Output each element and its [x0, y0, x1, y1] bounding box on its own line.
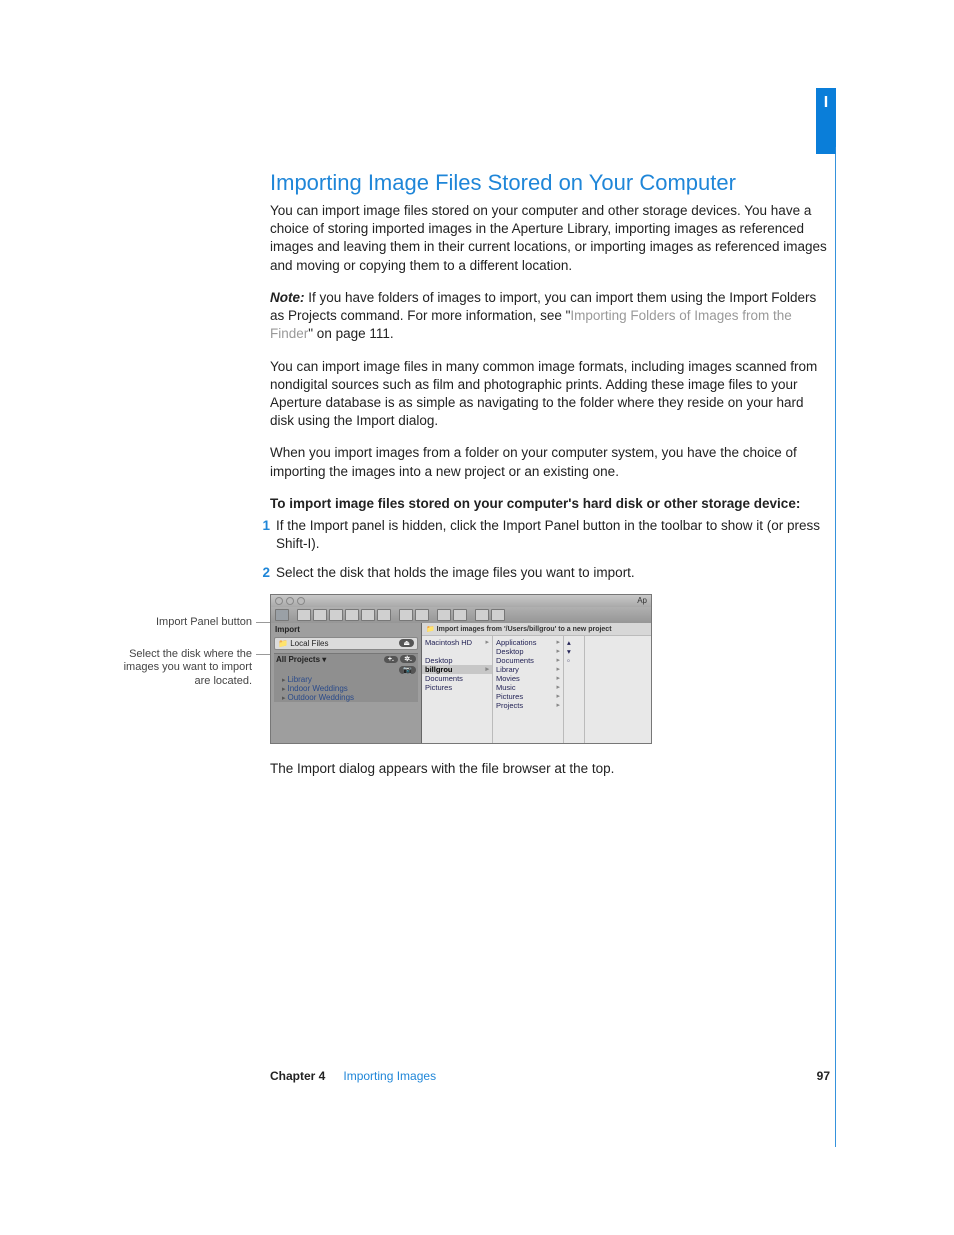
- side-rule: [835, 147, 836, 1147]
- aperture-screenshot: Ap: [270, 594, 652, 744]
- local-files-label: Local Files: [290, 639, 328, 648]
- folder-icon: 📁: [278, 639, 288, 648]
- folder-item[interactable]: Applications▸: [493, 638, 563, 647]
- import-label: Import: [271, 623, 421, 636]
- all-projects-header[interactable]: All Projects ▾ +. ✲.: [274, 654, 418, 665]
- toolbar-button[interactable]: [345, 609, 359, 621]
- camera-pill[interactable]: 📷: [399, 666, 416, 674]
- note-label: Note:: [270, 290, 305, 305]
- step-text: If the Import panel is hidden, click the…: [276, 517, 830, 553]
- eject-icon[interactable]: ⏏: [399, 639, 414, 647]
- paragraph-1: You can import image files stored on you…: [270, 202, 830, 275]
- chevron-right-icon: ▸: [556, 674, 560, 682]
- toolbar: [271, 607, 651, 623]
- chevron-right-icon: ▸: [485, 665, 489, 673]
- traffic-light-close-icon[interactable]: [275, 597, 283, 605]
- disk-item[interactable]: Pictures: [422, 683, 492, 692]
- folder-item[interactable]: Pictures▸: [493, 692, 563, 701]
- project-item-outdoor[interactable]: Outdoor Weddings: [274, 693, 418, 702]
- project-item-indoor[interactable]: Indoor Weddings: [274, 684, 418, 693]
- import-sidebar: Import 📁 Local Files ⏏ All Projects ▾: [271, 623, 422, 743]
- toolbar-button[interactable]: [377, 609, 391, 621]
- figure: Import Panel button Select the disk wher…: [270, 594, 830, 742]
- toolbar-button[interactable]: [475, 609, 489, 621]
- chevron-right-icon: ▸: [556, 647, 560, 655]
- import-panel-button[interactable]: [275, 609, 289, 621]
- folder-item[interactable]: Library▸: [493, 665, 563, 674]
- local-files-row[interactable]: 📁 Local Files ⏏: [274, 637, 418, 650]
- column-browser: Macintosh HD▸ Desktop billgrou▸ Document…: [422, 636, 651, 743]
- folder-item[interactable]: Projects▸: [493, 701, 563, 710]
- scroll-down-icon[interactable]: ▾: [564, 647, 584, 656]
- toolbar-button[interactable]: [437, 609, 451, 621]
- toolbar-button[interactable]: [453, 609, 467, 621]
- folder-item[interactable]: Music▸: [493, 683, 563, 692]
- note-paragraph: Note: If you have folders of images to i…: [270, 289, 830, 344]
- traffic-light-minimize-icon[interactable]: [286, 597, 294, 605]
- toolbar-button[interactable]: [415, 609, 429, 621]
- folder-item[interactable]: Movies▸: [493, 674, 563, 683]
- project-item-library[interactable]: Library: [274, 675, 418, 684]
- chevron-right-icon: ▸: [556, 701, 560, 709]
- chevron-right-icon: ▸: [556, 692, 560, 700]
- page-number: 97: [817, 1069, 830, 1083]
- callout-select-disk: Select the disk where the images you wan…: [110, 648, 252, 689]
- folder-icon: 📁: [426, 626, 435, 633]
- toolbar-button[interactable]: [361, 609, 375, 621]
- file-browser: 📁 Import images from '/Users/billgrou' t…: [422, 623, 651, 743]
- disk-item-selected[interactable]: billgrou▸: [422, 665, 492, 674]
- paragraph-3: When you import images from a folder on …: [270, 444, 830, 480]
- toolbar-button[interactable]: [297, 609, 311, 621]
- all-projects-label: All Projects ▾: [276, 655, 326, 664]
- import-destination-text: Import images from '/Users/billgrou' to …: [437, 626, 612, 633]
- step-number: 2: [252, 564, 276, 582]
- chapter-title: Importing Images: [343, 1069, 436, 1083]
- toolbar-button[interactable]: [313, 609, 327, 621]
- chevron-right-icon: ▸: [556, 638, 560, 646]
- toolbar-button[interactable]: [329, 609, 343, 621]
- document-page: I Importing Image Files Stored on Your C…: [0, 0, 954, 1235]
- after-figure-text: The Import dialog appears with the file …: [270, 760, 830, 778]
- toolbar-button[interactable]: [399, 609, 413, 621]
- chevron-right-icon: ▸: [556, 683, 560, 691]
- projects-panel: All Projects ▾ +. ✲. 📷 Library Indoor We…: [274, 653, 418, 702]
- page-heading: Importing Image Files Stored on Your Com…: [270, 170, 830, 196]
- import-destination-label: 📁 Import images from '/Users/billgrou' t…: [422, 623, 651, 636]
- toolbar-button[interactable]: [491, 609, 505, 621]
- chapter-label: Chapter 4: [270, 1069, 325, 1083]
- steps-intro: To import image files stored on your com…: [270, 495, 830, 513]
- callout-import-panel: Import Panel button: [132, 616, 252, 630]
- note-tail: " on page 111.: [308, 326, 393, 341]
- scroll-up-icon[interactable]: ▴: [564, 638, 584, 647]
- import-panel-body: Import 📁 Local Files ⏏ All Projects ▾: [271, 623, 651, 743]
- page-footer: Chapter 4 Importing Images 97: [270, 1069, 830, 1083]
- chevron-right-icon: ▸: [556, 656, 560, 664]
- disk-item[interactable]: Macintosh HD▸: [422, 638, 492, 647]
- add-button[interactable]: +.: [384, 656, 398, 663]
- main-content: Importing Image Files Stored on Your Com…: [270, 170, 830, 792]
- chevron-right-icon: ▸: [485, 638, 489, 646]
- step-1: 1 If the Import panel is hidden, click t…: [270, 517, 830, 553]
- disk-item: [422, 647, 492, 656]
- step-2: 2 Select the disk that holds the image f…: [270, 564, 830, 582]
- paragraph-2: You can import image files in many commo…: [270, 358, 830, 431]
- folder-item[interactable]: Desktop▸: [493, 647, 563, 656]
- step-number: 1: [252, 517, 276, 553]
- browser-column-2: Applications▸ Desktop▸ Documents▸ Librar…: [493, 636, 564, 743]
- side-tab: I: [816, 88, 836, 154]
- disk-item[interactable]: Desktop: [422, 656, 492, 665]
- app-title-fragment: Ap: [637, 596, 651, 605]
- chevron-right-icon: ▸: [556, 665, 560, 673]
- scroll-track[interactable]: ▫: [564, 656, 584, 665]
- browser-column-3: ▴ ▾ ▫: [564, 636, 585, 743]
- window-titlebar: Ap: [271, 595, 651, 607]
- disk-item[interactable]: Documents: [422, 674, 492, 683]
- browser-column-1: Macintosh HD▸ Desktop billgrou▸ Document…: [422, 636, 493, 743]
- step-text: Select the disk that holds the image fil…: [276, 564, 830, 582]
- gear-icon[interactable]: ✲.: [400, 655, 416, 663]
- traffic-light-zoom-icon[interactable]: [297, 597, 305, 605]
- folder-item[interactable]: Documents▸: [493, 656, 563, 665]
